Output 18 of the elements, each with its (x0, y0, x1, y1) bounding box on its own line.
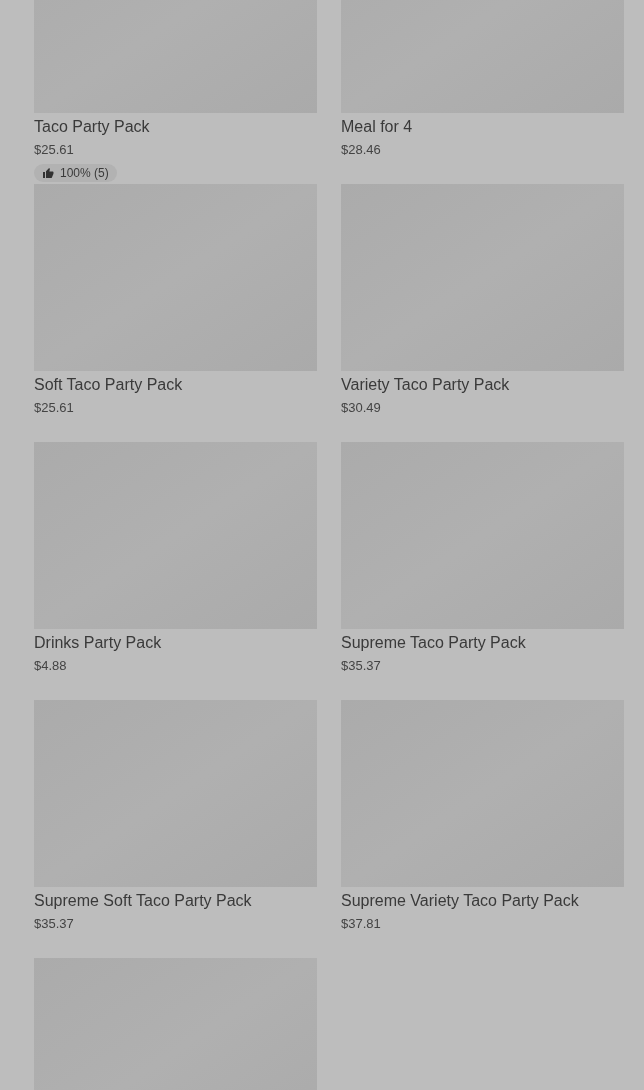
product-price: $35.37 (341, 657, 382, 675)
rating-badge: 100% (5) (34, 164, 117, 182)
product-name[interactable]: Supreme Taco Party Pack (341, 632, 624, 654)
product-price: $25.61 (34, 141, 75, 159)
product-name[interactable]: Soft Taco Party Pack (34, 374, 317, 396)
product-price: $25.61 (34, 399, 75, 417)
product-price: $28.46 (341, 141, 382, 159)
product-name[interactable]: Drinks Party Pack (34, 632, 317, 654)
product-price: $4.88 (34, 657, 68, 675)
thumbs-up-icon (42, 167, 54, 179)
product-name[interactable]: Supreme Variety Taco Party Pack (341, 890, 624, 912)
product-price: $30.49 (341, 399, 382, 417)
product-name[interactable]: Variety Taco Party Pack (341, 374, 624, 396)
product-price: $37.81 (341, 915, 382, 933)
product-name[interactable]: Supreme Soft Taco Party Pack (34, 890, 317, 912)
product-name[interactable]: Taco Party Pack (34, 116, 317, 138)
product-name[interactable]: Meal for 4 (341, 116, 624, 138)
product-price: $35.37 (34, 915, 75, 933)
